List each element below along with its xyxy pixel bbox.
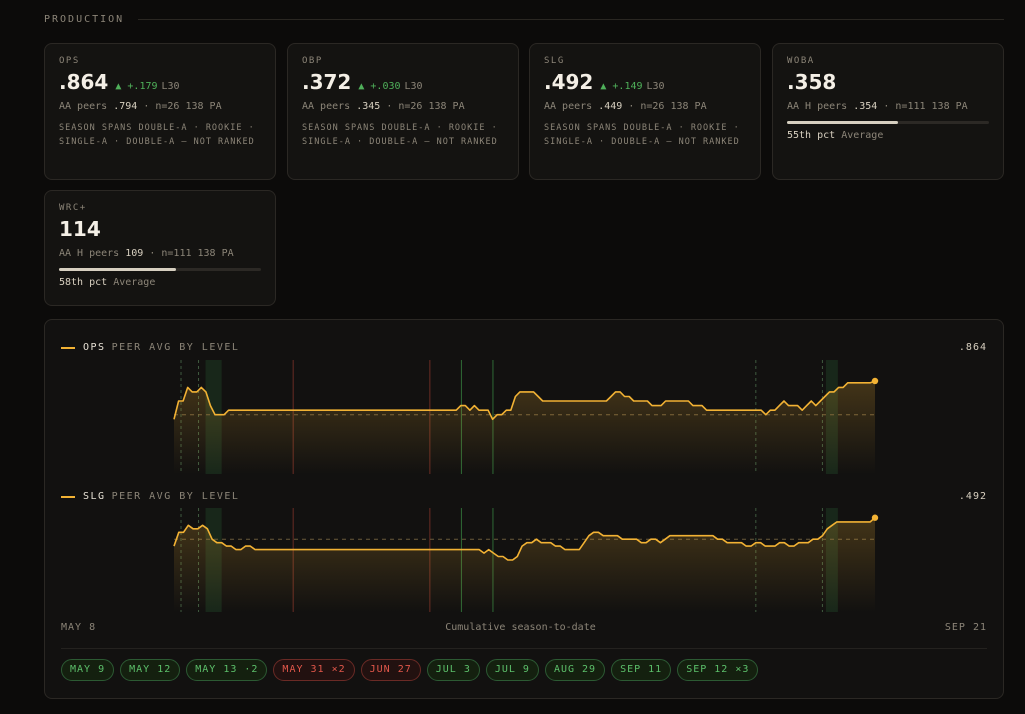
stat-value: .372	[302, 70, 352, 94]
peer-sample: · n=26 138 PA	[386, 101, 465, 112]
peer-value: 109	[125, 248, 144, 259]
peer-label: AA H peers	[59, 248, 120, 259]
percentile-desc: Average	[841, 130, 884, 141]
peer-comparison: AA peers .449 · n=26 138 PA	[544, 101, 746, 112]
percentile-text: 58th pct Average	[59, 277, 261, 288]
stat-card-wrc-plus[interactable]: WRC+ 114 AA H peers 109 · n=111 138 PA 5…	[44, 190, 276, 306]
peer-label: AA H peers	[787, 101, 848, 112]
chart-header-slg: SLG PEER AVG BY LEVEL .492	[61, 491, 987, 502]
percentile-bar	[787, 121, 989, 124]
event-chip[interactable]: AUG 29	[544, 659, 606, 681]
stat-label: OBP	[302, 56, 323, 66]
level-note: SEASON SPANS DOUBLE-A · ROOKIE · SINGLE-…	[59, 123, 255, 147]
legend-swatch	[61, 495, 75, 498]
peer-value: .449	[598, 101, 623, 112]
percentile-fill	[59, 268, 177, 271]
chips-divider	[61, 648, 987, 649]
peer-sample: · n=111 138 PA	[149, 248, 234, 259]
chart-metric: OPS	[83, 342, 106, 353]
peer-label: AA peers	[302, 101, 351, 112]
level-note: SEASON SPANS DOUBLE-A · ROOKIE · SINGLE-…	[302, 123, 498, 147]
section-header: PRODUCTION	[44, 12, 1004, 26]
stat-window: L30	[404, 81, 423, 92]
chart-last-value: .492	[958, 491, 987, 502]
percentile-label: 58th pct	[59, 277, 108, 288]
peer-label: AA peers	[544, 101, 593, 112]
level-note: SEASON SPANS DOUBLE-A · ROOKIE · SINGLE-…	[544, 123, 740, 147]
stat-delta: ▲ +.030	[358, 81, 401, 92]
percentile-desc: Average	[113, 277, 156, 288]
slg-trend-chart	[173, 508, 879, 612]
event-chip[interactable]: MAY 31 ×2	[273, 659, 355, 681]
stat-value: 114	[59, 217, 101, 241]
chart-header-ops: OPS PEER AVG BY LEVEL .864	[61, 342, 987, 353]
stat-value: .864	[59, 70, 109, 94]
axis-caption: Cumulative season-to-date	[445, 622, 596, 633]
last-point	[871, 377, 879, 385]
axis-start-label: MAY 8	[61, 622, 97, 633]
stat-label: WOBA	[787, 56, 815, 66]
series-area	[174, 381, 875, 474]
peer-value: .345	[356, 101, 381, 112]
peer-comparison: AA H peers .354 · n=111 138 PA	[787, 101, 989, 112]
legend-swatch	[61, 346, 75, 349]
percentile-label: 55th pct	[787, 130, 836, 141]
event-chip[interactable]: JUL 9	[485, 659, 539, 681]
stat-card-obp[interactable]: OBP .372 ▲ +.030 L30 AA peers .345 · n=2…	[287, 43, 519, 180]
stat-label: SLG	[544, 56, 565, 66]
section-divider	[138, 18, 1004, 20]
stat-delta: ▲ +.149	[600, 81, 643, 92]
stat-value: .358	[787, 70, 837, 94]
event-chip[interactable]: JUN 27	[360, 659, 421, 681]
stat-window: L30	[646, 81, 665, 92]
section-title: PRODUCTION	[44, 13, 125, 25]
stat-card-slg[interactable]: SLG .492 ▲ +.149 L30 AA peers .449 · n=2…	[529, 43, 761, 180]
event-chip[interactable]: MAY 13 ·2	[186, 659, 268, 681]
event-chip[interactable]: MAY 12	[120, 659, 181, 681]
peer-value: .794	[113, 101, 138, 112]
event-chip[interactable]: MAY 9	[61, 659, 115, 681]
chart-metric: SLG	[83, 491, 106, 502]
trend-chart-panel: OPS PEER AVG BY LEVEL .864 SLG PEER AVG …	[44, 319, 1004, 699]
event-chips: MAY 9 MAY 12 MAY 13 ·2 MAY 31 ×2 JUN 27 JUL 3…	[61, 659, 759, 681]
percentile-fill	[787, 121, 899, 124]
percentile-bar	[59, 268, 261, 271]
stat-label: OPS	[59, 56, 80, 66]
peer-label: AA peers	[59, 101, 108, 112]
peer-comparison: AA peers .794 · n=26 138 PA	[59, 101, 261, 112]
peer-comparison: AA H peers 109 · n=111 138 PA	[59, 248, 261, 259]
stat-value: .492	[544, 70, 594, 94]
event-chip[interactable]: SEP 11	[611, 659, 672, 681]
percentile-text: 55th pct Average	[787, 130, 989, 141]
peer-sample: · n=111 138 PA	[883, 101, 968, 112]
series-area	[174, 517, 875, 612]
peer-sample: · n=26 138 PA	[628, 101, 707, 112]
stat-window: L30	[161, 81, 180, 92]
ops-trend-chart	[173, 360, 879, 474]
chart-subtitle: PEER AVG BY LEVEL	[111, 491, 240, 502]
last-point	[871, 514, 879, 521]
peer-comparison: AA peers .345 · n=26 138 PA	[302, 101, 504, 112]
event-chip[interactable]: SEP 12 ×3	[677, 659, 759, 681]
event-chip[interactable]: JUL 3	[426, 659, 480, 681]
axis-end-label: SEP 21	[944, 622, 987, 633]
stat-delta: ▲ +.179	[115, 81, 158, 92]
stat-label: WRC+	[59, 203, 87, 213]
stat-card-woba[interactable]: WOBA .358 AA H peers .354 · n=111 138 PA…	[772, 43, 1004, 180]
peer-sample: · n=26 138 PA	[143, 101, 222, 112]
chart-last-value: .864	[958, 342, 987, 353]
peer-value: .354	[853, 101, 878, 112]
date-axis: MAY 8 Cumulative season-to-date SEP 21	[61, 622, 987, 633]
chart-subtitle: PEER AVG BY LEVEL	[111, 342, 240, 353]
stat-card-ops[interactable]: OPS .864 ▲ +.179 L30 AA peers .794 · n=2…	[44, 43, 276, 180]
